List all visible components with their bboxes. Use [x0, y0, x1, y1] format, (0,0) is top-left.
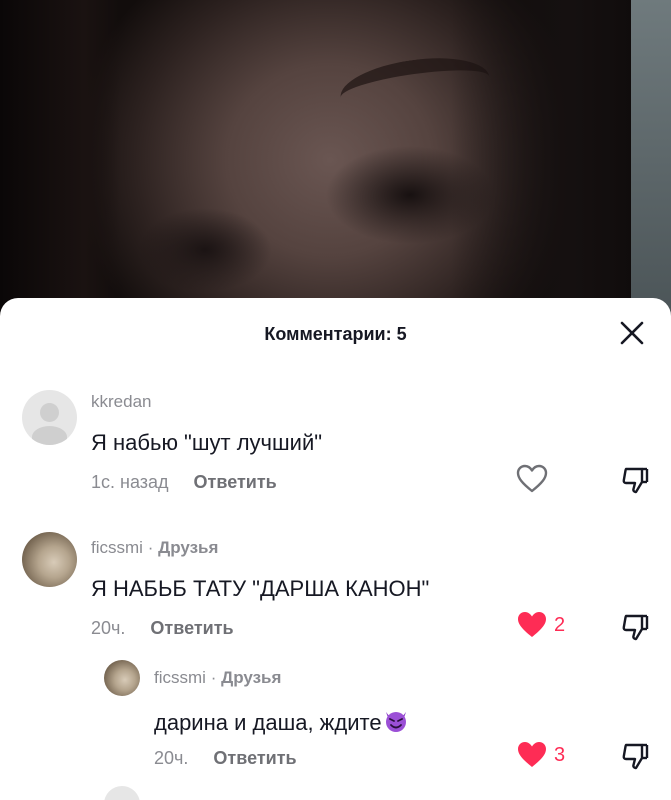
username-text[interactable]: ficssmi [154, 668, 206, 687]
username-separator: · [210, 668, 217, 687]
comment-text: Я НАБЬБ ТАТУ "ДАРША КАНОН" [91, 576, 430, 601]
avatar[interactable] [22, 390, 77, 445]
like-button[interactable]: 3 [516, 740, 565, 770]
avatar[interactable] [104, 786, 140, 800]
comment-text-content: дарина и даша, ждите [154, 710, 382, 735]
like-count: 2 [554, 613, 566, 636]
dislike-icon[interactable] [620, 465, 650, 495]
comments-title: Комментарии: 5 [264, 324, 407, 344]
comment-text: Я набью "шут лучший" [91, 430, 323, 455]
close-icon[interactable] [619, 320, 645, 346]
dislike-icon[interactable] [620, 741, 650, 771]
video-hair-left [0, 0, 120, 330]
heart-filled-icon [518, 612, 546, 637]
comment-time: 1с. назад [91, 472, 169, 492]
avatar[interactable] [104, 660, 140, 696]
comment-time: 20ч. [154, 748, 189, 768]
like-count: 3 [554, 743, 566, 766]
friends-badge: Друзья [158, 538, 219, 557]
comment-username: ficssmi · Друзья [154, 668, 281, 688]
username-text[interactable]: ficssmi [91, 538, 143, 557]
username-separator: · [147, 538, 154, 557]
heart-outline-icon[interactable] [516, 464, 548, 494]
comment-text: дарина и даша, ждите [154, 706, 410, 736]
avatar-head [40, 403, 59, 422]
like-button[interactable]: 2 [516, 610, 565, 640]
avatar[interactable] [22, 532, 77, 587]
username-text[interactable]: kkredan [91, 392, 151, 411]
comment-username[interactable]: kkredan [91, 392, 151, 412]
smiling-devil-icon [385, 712, 406, 732]
comment-time: 20ч. [91, 618, 126, 638]
comment-username: ficssmi · Друзья [91, 538, 218, 558]
comment-meta: 20ч. Ответить [91, 618, 234, 639]
comment-meta: 20ч. Ответить [154, 748, 297, 769]
video-window [631, 0, 671, 330]
comments-sheet: Комментарии: 5 kkredan Я набью "шут лучш… [0, 298, 671, 800]
dislike-icon[interactable] [620, 612, 650, 642]
reply-button[interactable]: Ответить [213, 748, 296, 768]
comment-meta: 1с. назад Ответить [91, 472, 277, 493]
heart-filled-icon [518, 742, 546, 767]
avatar-body [32, 426, 67, 445]
friends-badge: Друзья [221, 668, 282, 687]
reply-button[interactable]: Ответить [194, 472, 277, 492]
video-background[interactable] [0, 0, 671, 330]
reply-button[interactable]: Ответить [150, 618, 233, 638]
